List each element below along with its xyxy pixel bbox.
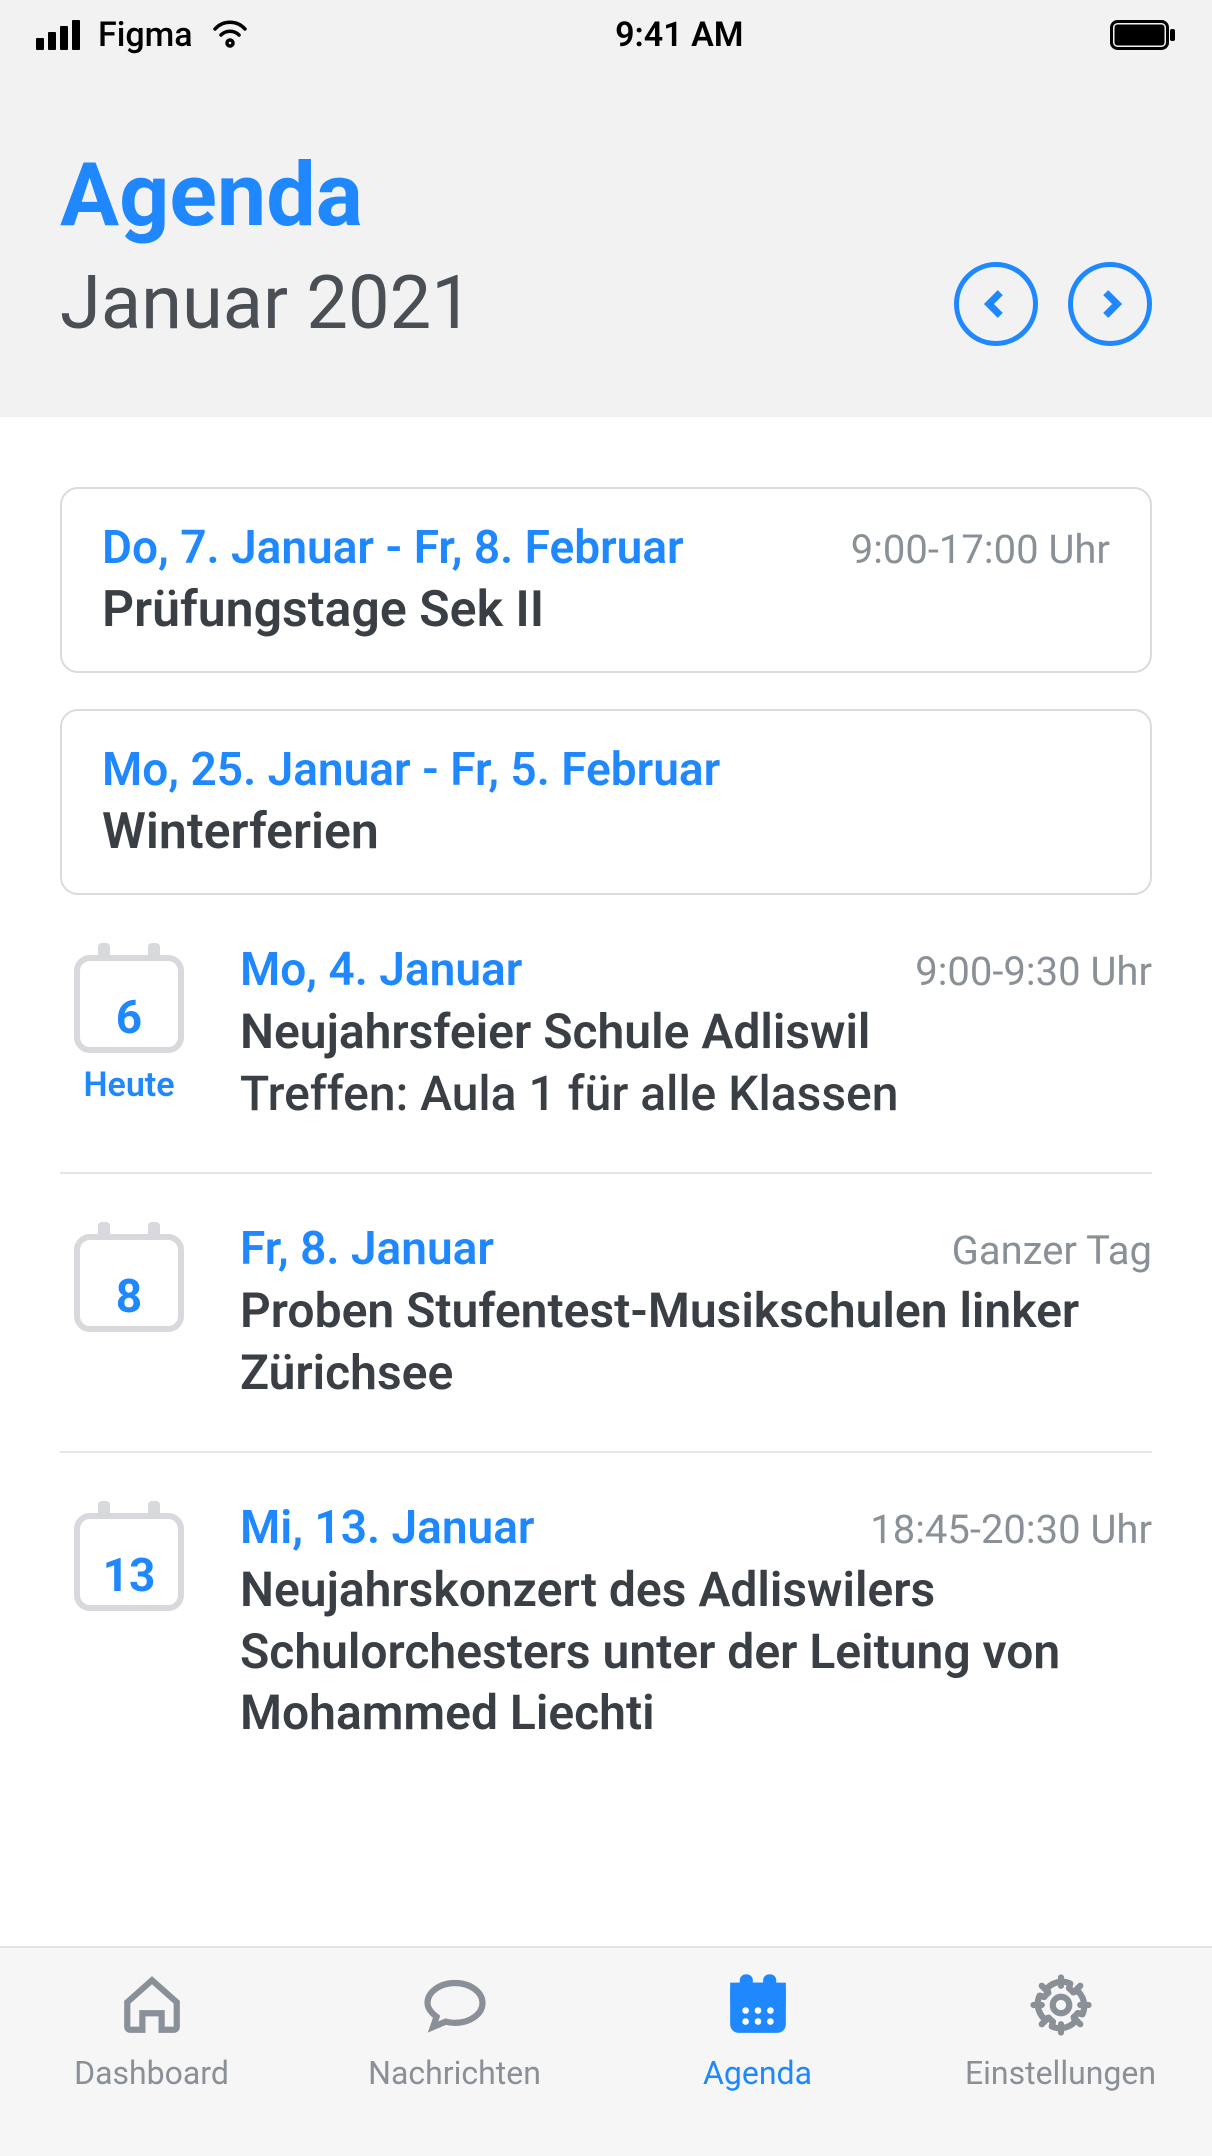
- prev-month-button[interactable]: [954, 262, 1038, 346]
- event-title: Neujahrskonzert des Adliswilers Schulorc…: [240, 1559, 1152, 1743]
- carrier-label: Figma: [98, 15, 193, 55]
- banner-event-title: Prüfungstage Sek II: [102, 581, 1110, 639]
- banner-event-card[interactable]: Mo, 25. Januar - Fr, 5. Februar Winterfe…: [60, 709, 1152, 895]
- chevron-right-icon: [1093, 287, 1127, 321]
- event-time: 9:00-9:30 Uhr: [915, 948, 1152, 995]
- tab-label: Nachrichten: [368, 2054, 541, 2092]
- page-header: Agenda Januar 2021: [0, 70, 1212, 417]
- clock-label: 9:41 AM: [615, 15, 743, 55]
- event-title: Proben Stufentest-Musikschulen linker Zü…: [240, 1280, 1152, 1403]
- page-title: Agenda: [60, 150, 1152, 242]
- event-time: 18:45-20:30 Uhr: [870, 1506, 1152, 1553]
- event-date: Mo, 4. Januar: [240, 943, 522, 997]
- chat-icon: [420, 1972, 490, 2042]
- event-time: Ganzer Tag: [952, 1227, 1152, 1274]
- calendar-day-number: 8: [74, 1270, 184, 1324]
- tab-messages[interactable]: Nachrichten: [303, 1972, 606, 2156]
- tab-agenda[interactable]: Agenda: [606, 1972, 909, 2156]
- chevron-left-icon: [979, 287, 1013, 321]
- tab-dashboard[interactable]: Dashboard: [0, 1972, 303, 2156]
- battery-icon: [1110, 20, 1176, 50]
- tab-label: Agenda: [703, 2054, 812, 2092]
- wifi-icon: [211, 20, 249, 50]
- status-bar: Figma 9:41 AM: [0, 0, 1212, 70]
- event-title: Neujahrsfeier Schule Adliswil: [240, 1001, 1152, 1062]
- tab-label: Einstellungen: [965, 2054, 1156, 2092]
- event-row[interactable]: 13 Mi, 13. Januar 18:45-20:30 Uhr Neujah…: [60, 1451, 1152, 1791]
- banner-event-time: 9:00-17:00 Uhr: [851, 526, 1110, 573]
- banner-event-date: Mo, 25. Januar - Fr, 5. Februar: [102, 743, 720, 797]
- event-row[interactable]: 8 Fr, 8. Januar Ganzer Tag Proben Stufen…: [60, 1172, 1152, 1451]
- banner-event-card[interactable]: Do, 7. Januar - Fr, 8. Februar 9:00-17:0…: [60, 487, 1152, 673]
- next-month-button[interactable]: [1068, 262, 1152, 346]
- calendar-day-label: Heute: [60, 1065, 198, 1105]
- home-icon: [117, 1972, 187, 2042]
- tab-settings[interactable]: Einstellungen: [909, 1972, 1212, 2156]
- banner-event-title: Winterferien: [102, 803, 1110, 861]
- month-label: Januar 2021: [60, 260, 473, 347]
- calendar-day-icon: 6: [74, 943, 184, 1053]
- calendar-icon: [723, 1972, 793, 2042]
- gear-icon: [1026, 1972, 1096, 2042]
- calendar-day-icon: 8: [74, 1222, 184, 1332]
- cellular-signal-icon: [36, 20, 80, 50]
- tab-bar: Dashboard Nachrichten: [0, 1946, 1212, 2156]
- tab-label: Dashboard: [74, 2054, 229, 2092]
- event-date: Mi, 13. Januar: [240, 1501, 534, 1555]
- banner-event-date: Do, 7. Januar - Fr, 8. Februar: [102, 521, 684, 575]
- content-area: Do, 7. Januar - Fr, 8. Februar 9:00-17:0…: [0, 417, 1212, 1791]
- calendar-day-icon: 13: [74, 1501, 184, 1611]
- event-list: 6 Heute Mo, 4. Januar 9:00-9:30 Uhr Neuj…: [60, 931, 1152, 1791]
- event-row[interactable]: 6 Heute Mo, 4. Januar 9:00-9:30 Uhr Neuj…: [60, 931, 1152, 1172]
- event-description: Treffen: Aula 1 für alle Klassen: [240, 1063, 1152, 1124]
- calendar-day-number: 13: [74, 1549, 184, 1603]
- calendar-day-number: 6: [74, 991, 184, 1045]
- event-date: Fr, 8. Januar: [240, 1222, 494, 1276]
